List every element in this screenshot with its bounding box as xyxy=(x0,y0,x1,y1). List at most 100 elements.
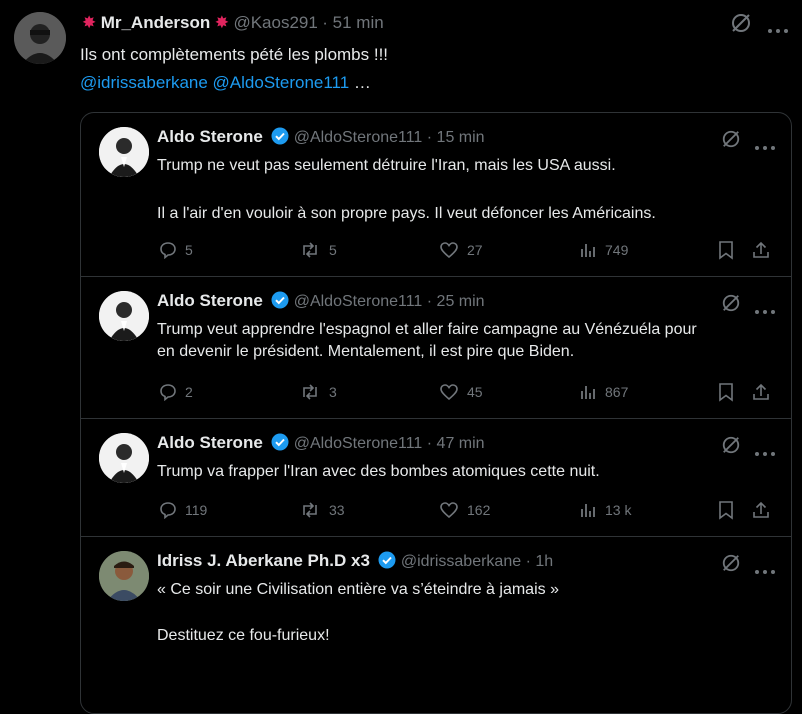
avatar[interactable] xyxy=(99,291,149,341)
author-handle[interactable]: @AldoSterone111 xyxy=(294,129,423,146)
grok-icon[interactable] xyxy=(721,435,743,457)
grok-icon[interactable] xyxy=(721,129,743,151)
author-name[interactable]: Aldo Sterone xyxy=(157,127,263,146)
views-icon xyxy=(581,504,595,517)
quoted-tweet[interactable]: Aldo Sterone @AldoSterone111 · 15 min Tr… xyxy=(81,113,791,277)
repost-icon xyxy=(303,242,317,258)
author-name[interactable]: Mr_Anderson xyxy=(101,13,211,32)
avatar[interactable] xyxy=(99,551,149,601)
grok-icon[interactable] xyxy=(730,12,752,34)
avatar[interactable] xyxy=(99,127,149,177)
tweet-header: Aldo Sterone @AldoSterone111 · 25 min xyxy=(157,291,485,311)
repost-icon xyxy=(303,384,317,400)
mention-links[interactable]: @idrissaberkane @AldoSterone111 xyxy=(80,73,349,92)
views-button[interactable]: 749 xyxy=(579,241,628,259)
tweet-text-line: en devenir le président. Mentalement, il… xyxy=(157,343,575,360)
tweet-text-line: Trump va frapper l'Iran avec des bombes … xyxy=(157,463,600,480)
bookmark-icon[interactable] xyxy=(717,382,739,404)
author-name[interactable]: Idriss J. Aberkane Ph.D x3 xyxy=(157,551,370,570)
avatar-image xyxy=(99,551,149,601)
repost-count: 3 xyxy=(329,384,337,400)
views-icon xyxy=(581,244,595,257)
reply-icon xyxy=(160,384,176,401)
views-button[interactable]: 13 k xyxy=(579,501,631,519)
avatar-image xyxy=(99,433,149,483)
share-icon[interactable] xyxy=(751,240,773,262)
author-handle[interactable]: @idrissaberkane xyxy=(401,553,521,570)
repost-count: 5 xyxy=(329,242,337,258)
views-count: 13 k xyxy=(605,502,632,518)
quoted-tweet[interactable]: Aldo Sterone @AldoSterone111 · 25 min Tr… xyxy=(81,277,791,419)
share-icon[interactable] xyxy=(751,382,773,404)
heart-icon xyxy=(440,242,458,259)
reply-count: 2 xyxy=(185,384,193,400)
tweet-header: Aldo Sterone @AldoSterone111 · 47 min xyxy=(157,433,485,453)
grok-icon[interactable] xyxy=(721,553,743,575)
author-avatar[interactable] xyxy=(14,12,66,64)
avatar-image xyxy=(99,291,149,341)
share-icon[interactable] xyxy=(751,500,773,522)
like-button[interactable]: 27 xyxy=(439,241,483,259)
grok-icon[interactable] xyxy=(721,293,743,315)
repost-button[interactable]: 5 xyxy=(299,241,337,259)
more-options-icon[interactable] xyxy=(753,561,777,579)
views-count: 867 xyxy=(605,384,629,400)
views-icon xyxy=(581,386,595,399)
reply-button[interactable]: 2 xyxy=(159,383,193,401)
tweet-header: Aldo Sterone @AldoSterone111 · 15 min xyxy=(157,127,485,147)
verified-badge-icon xyxy=(271,433,289,451)
author-name[interactable]: Aldo Sterone xyxy=(157,291,263,310)
bookmark-icon[interactable] xyxy=(717,240,739,262)
repost-button[interactable]: 33 xyxy=(299,501,345,519)
quoted-thread-card[interactable]: Aldo Sterone @AldoSterone111 · 15 min Tr… xyxy=(80,112,792,714)
avatar[interactable] xyxy=(99,433,149,483)
main-tweet-text: Ils ont complètements pété les plombs !!… xyxy=(80,45,389,64)
reply-button[interactable]: 119 xyxy=(159,501,207,519)
reply-count: 119 xyxy=(185,502,208,518)
like-button[interactable]: 162 xyxy=(439,501,490,519)
truncation-ellipsis: … xyxy=(349,73,371,92)
author-handle[interactable]: @AldoSterone111 xyxy=(294,435,423,452)
avatar-image xyxy=(14,12,66,64)
more-options-icon[interactable] xyxy=(753,443,777,461)
repost-button[interactable]: 3 xyxy=(299,383,337,401)
like-count: 162 xyxy=(467,502,491,518)
verified-badge-icon xyxy=(271,291,289,309)
author-handle[interactable]: @AldoSterone111 xyxy=(294,293,423,310)
repost-count: 33 xyxy=(329,502,345,518)
author-name[interactable]: Aldo Sterone xyxy=(157,433,263,452)
tweet-time[interactable]: · 1h xyxy=(526,553,554,570)
tweet-time[interactable]: · 51 min xyxy=(322,13,383,32)
reply-icon xyxy=(160,242,176,259)
repost-icon xyxy=(303,502,317,518)
author-handle[interactable]: @Kaos291 xyxy=(233,13,317,32)
verified-badge-icon xyxy=(378,551,396,569)
quoted-tweet[interactable]: Aldo Sterone @AldoSterone111 · 47 min Tr… xyxy=(81,419,791,537)
tweet-text-line: Il a l'air d'en vouloir à son propre pay… xyxy=(157,205,656,222)
tweet-text-line: Trump veut apprendre l'espagnol et aller… xyxy=(157,321,697,338)
tweet-time[interactable]: · 25 min xyxy=(427,293,485,310)
tweet-time[interactable]: · 47 min xyxy=(427,435,485,452)
more-options-icon[interactable] xyxy=(766,20,790,38)
views-count: 749 xyxy=(605,242,629,258)
more-options-icon[interactable] xyxy=(753,301,777,319)
like-count: 45 xyxy=(467,384,483,400)
tweet-text-line: Destituez ce fou-furieux! xyxy=(157,627,330,644)
verified-badge-icon xyxy=(271,127,289,145)
like-button[interactable]: 45 xyxy=(439,383,483,401)
quoted-tweet[interactable]: Idriss J. Aberkane Ph.D x3 @idrissaberka… xyxy=(81,537,791,713)
avatar-image xyxy=(99,127,149,177)
collision-emoji-icon: ✸ xyxy=(214,13,229,32)
like-count: 27 xyxy=(467,242,483,258)
bookmark-icon[interactable] xyxy=(717,500,739,522)
more-options-icon[interactable] xyxy=(753,137,777,155)
reply-button[interactable]: 5 xyxy=(159,241,193,259)
views-button[interactable]: 867 xyxy=(579,383,628,401)
main-tweet-mentions-line: @idrissaberkane @AldoSterone111 … xyxy=(80,72,371,94)
tweet-text-line: « Ce soir une Civilisation entière va s’… xyxy=(157,581,559,598)
tweet-text-line: Trump ne veut pas seulement détruire l'I… xyxy=(157,157,616,174)
collision-emoji-icon: ✸ xyxy=(82,13,97,32)
tweet-time[interactable]: · 15 min xyxy=(427,129,485,146)
reply-count: 5 xyxy=(185,242,193,258)
heart-icon xyxy=(440,502,458,519)
